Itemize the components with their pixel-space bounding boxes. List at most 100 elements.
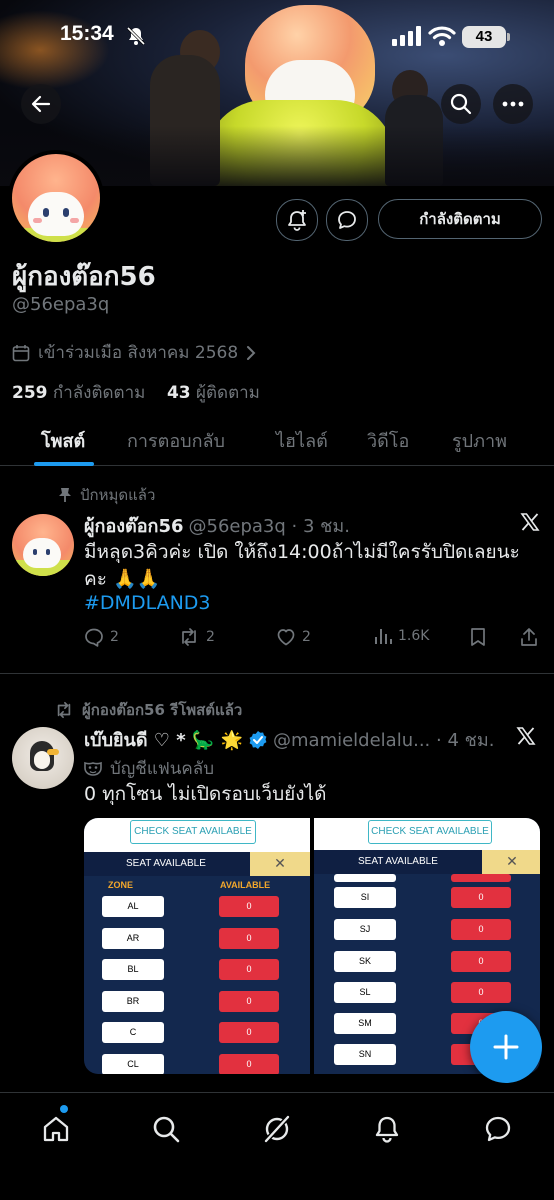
seat-left-check-button: CHECK SEAT AVAILABLE bbox=[130, 820, 256, 844]
seat-left-available: 0 bbox=[219, 1054, 279, 1074]
search-button[interactable] bbox=[441, 84, 481, 124]
tab-active-indicator bbox=[34, 462, 94, 466]
seat-right-zone: SM bbox=[334, 1013, 396, 1034]
post1-text-line2: คะ 🙏🙏 bbox=[84, 568, 161, 590]
avatar-eye-right bbox=[63, 208, 69, 217]
tab-media[interactable]: รูปภาพ bbox=[452, 426, 507, 455]
home-icon bbox=[43, 1116, 69, 1142]
seat-right-zone: SK bbox=[334, 951, 396, 972]
seat-right-available-partial bbox=[451, 874, 511, 882]
post2-text: 0 ทุกโซน ไม่เปิดรอบเว็บยังได้ bbox=[84, 783, 327, 805]
bookmark-icon bbox=[471, 628, 485, 646]
seat-right-topbar: CHECK SEAT AVAILABLE bbox=[314, 818, 540, 850]
post1-reply-button[interactable]: 2 bbox=[84, 627, 119, 647]
chat-icon bbox=[485, 1116, 511, 1142]
seat-right-title: SEAT AVAILABLE bbox=[358, 856, 438, 867]
post1-handle-time: @56epa3q · 3 ชม. bbox=[188, 516, 350, 537]
seat-left-zone: AL bbox=[102, 896, 164, 917]
search-nav-icon bbox=[153, 1116, 180, 1143]
fan-mask-icon bbox=[84, 761, 102, 776]
message-button[interactable] bbox=[326, 199, 368, 241]
nav-search[interactable] bbox=[144, 1107, 188, 1151]
battery-nub bbox=[507, 33, 510, 41]
notify-button[interactable] bbox=[276, 199, 318, 241]
post1-share-button[interactable] bbox=[520, 627, 538, 647]
tab-replies[interactable]: การตอบกลับ bbox=[127, 426, 225, 455]
seat-left-available: 0 bbox=[219, 928, 279, 949]
post1-avatar[interactable] bbox=[12, 514, 74, 576]
post1-header[interactable]: ผู้กองต๊อก56 @56epa3q · 3 ชม. bbox=[84, 511, 350, 540]
seat-image-left[interactable]: CHECK SEAT AVAILABLE SEAT AVAILABLE ✕ ZO… bbox=[84, 818, 310, 1074]
status-bar: 15:34 43 bbox=[0, 22, 554, 56]
tab-videos[interactable]: วิดีโอ bbox=[367, 426, 409, 455]
post1-repost-button[interactable]: 2 bbox=[178, 627, 215, 647]
seat-left-zone: C bbox=[102, 1022, 164, 1043]
status-time: 15:34 bbox=[60, 22, 114, 45]
followers-link[interactable]: 43 ผู้ติดตาม bbox=[167, 383, 260, 403]
profile-tabs: โพสต์ การตอบกลับ ไฮไลต์ วิดีโอ รูปภาพ bbox=[0, 418, 554, 466]
nav-messages[interactable] bbox=[476, 1107, 520, 1151]
seat-left-topbar: CHECK SEAT AVAILABLE bbox=[84, 818, 310, 852]
seat-left-available: 0 bbox=[219, 1022, 279, 1043]
x-logo-icon bbox=[520, 513, 540, 531]
fan-account-text: บัญชีแฟนคลับ bbox=[110, 759, 215, 779]
fan-account-label: บัญชีแฟนคลับ bbox=[84, 755, 214, 782]
post1-views-button[interactable]: 1.6K bbox=[374, 627, 429, 645]
nav-home[interactable] bbox=[34, 1107, 78, 1151]
repost-label[interactable]: ผู้กองต๊อก56 รีโพสต์แล้ว bbox=[54, 698, 242, 722]
seat-right-zone: SN bbox=[334, 1044, 396, 1065]
profile-handle: @56epa3q bbox=[12, 294, 110, 315]
post1-text-line1: มีหลุด3คิวค่ะ เปิด ให้ถึง14:00ถ้าไม่มีใค… bbox=[84, 541, 520, 563]
repost-label-text: ผู้กองต๊อก56 รีโพสต์แล้ว bbox=[82, 701, 243, 719]
tab-highlights[interactable]: ไฮไลต์ bbox=[276, 426, 328, 455]
followers-label: ผู้ติดตาม bbox=[196, 383, 260, 403]
seat-left-available: 0 bbox=[219, 959, 279, 980]
more-button[interactable] bbox=[493, 84, 533, 124]
battery-indicator: 43 bbox=[462, 26, 506, 48]
home-notification-dot bbox=[60, 1105, 68, 1113]
follow-counts: 259 กำลังติดตาม 43 ผู้ติดตาม bbox=[12, 379, 260, 406]
seat-left-title: SEAT AVAILABLE bbox=[126, 858, 206, 869]
avatar-face bbox=[28, 192, 84, 236]
post1-reply-count: 2 bbox=[110, 629, 119, 645]
joined-date[interactable]: เข้าร่วมเมือ สิงหาคม 2568 bbox=[12, 339, 256, 366]
nav-notifications[interactable] bbox=[365, 1107, 409, 1151]
tab-posts[interactable]: โพสต์ bbox=[41, 426, 85, 455]
profile-avatar[interactable] bbox=[8, 150, 104, 246]
seat-right-available: 0 bbox=[451, 919, 511, 940]
compose-button[interactable] bbox=[470, 1011, 542, 1083]
following-button[interactable]: กำลังติดตาม bbox=[378, 199, 542, 239]
nav-grok[interactable] bbox=[255, 1107, 299, 1151]
message-icon bbox=[338, 211, 356, 229]
pinned-text: ปักหมุดแล้ว bbox=[80, 486, 156, 504]
back-arrow-icon bbox=[31, 95, 51, 113]
seat-right-zone: SJ bbox=[334, 919, 396, 940]
reply-icon bbox=[85, 628, 103, 647]
seat-left-zone: AR bbox=[102, 928, 164, 949]
seat-left-available: 0 bbox=[219, 896, 279, 917]
verified-icon bbox=[249, 730, 267, 749]
post2-handle-time: @mamieldelalu... · 4 ชม. bbox=[273, 730, 495, 751]
seat-left-zone-header: ZONE bbox=[108, 880, 134, 890]
following-count: 259 bbox=[12, 383, 48, 403]
profile-display-name: ผู้กองต๊อก56 bbox=[12, 262, 156, 292]
back-button[interactable] bbox=[21, 84, 61, 124]
post1-avatar-face bbox=[23, 538, 61, 568]
avatar-cheek-left bbox=[33, 218, 42, 223]
following-link[interactable]: 259 กำลังติดตาม bbox=[12, 383, 145, 403]
post2-avatar[interactable] bbox=[12, 727, 74, 789]
more-icon bbox=[502, 101, 524, 107]
post1-like-button[interactable]: 2 bbox=[276, 627, 311, 647]
seat-left-zone: CL bbox=[102, 1054, 164, 1074]
post1-avatar-eye-right bbox=[46, 549, 50, 555]
repost-small-icon bbox=[57, 701, 71, 719]
seat-left-available: 0 bbox=[219, 991, 279, 1012]
post-divider bbox=[0, 673, 554, 674]
post1-hashtag[interactable]: #DMDLAND3 bbox=[84, 592, 211, 614]
bell-icon bbox=[375, 1116, 399, 1143]
search-icon bbox=[450, 93, 472, 115]
post1-repost-count: 2 bbox=[206, 629, 215, 645]
post1-bookmark-button[interactable] bbox=[470, 627, 486, 647]
post2-header[interactable]: เบ๊บยินดี ♡ * 🦕 🌟 @mamieldelalu... · 4 ช… bbox=[84, 725, 510, 754]
seat-left-available-header: AVAILABLE bbox=[220, 880, 271, 890]
